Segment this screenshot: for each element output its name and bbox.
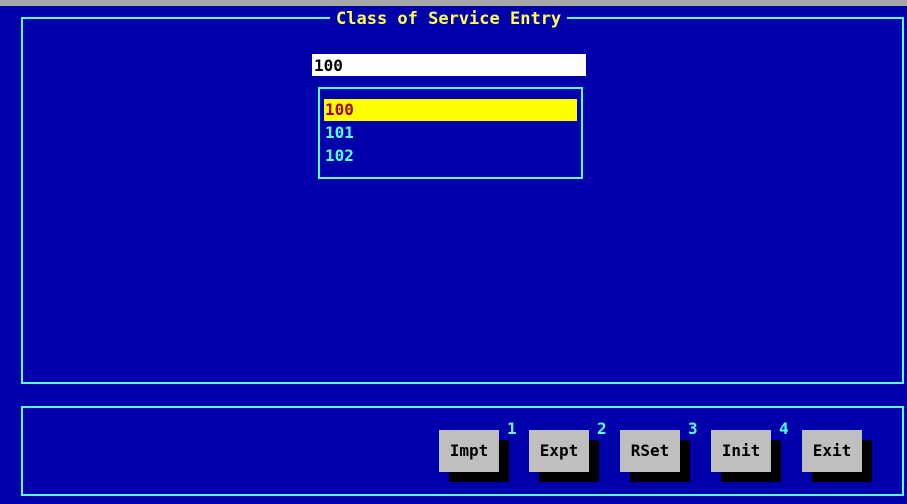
list-item[interactable]: 100 [324,99,577,121]
top-border-strip [0,0,907,6]
export-hotkey-label: 2 [597,419,607,438]
init-hotkey-label: 4 [779,419,789,438]
window-title: Class of Service Entry [330,8,568,30]
init-button[interactable]: Init [711,430,771,472]
list-item[interactable]: 101 [324,122,577,144]
class-of-service-list[interactable]: 100 101 102 [318,87,583,179]
import-button[interactable]: Impt [439,430,499,472]
class-of-service-input[interactable] [312,54,586,76]
list-item[interactable]: 102 [324,145,577,167]
exit-button[interactable]: Exit [802,430,862,472]
export-button[interactable]: Expt [529,430,589,472]
import-hotkey-label: 1 [507,419,517,438]
reset-button[interactable]: RSet [620,430,680,472]
reset-hotkey-label: 3 [688,419,698,438]
